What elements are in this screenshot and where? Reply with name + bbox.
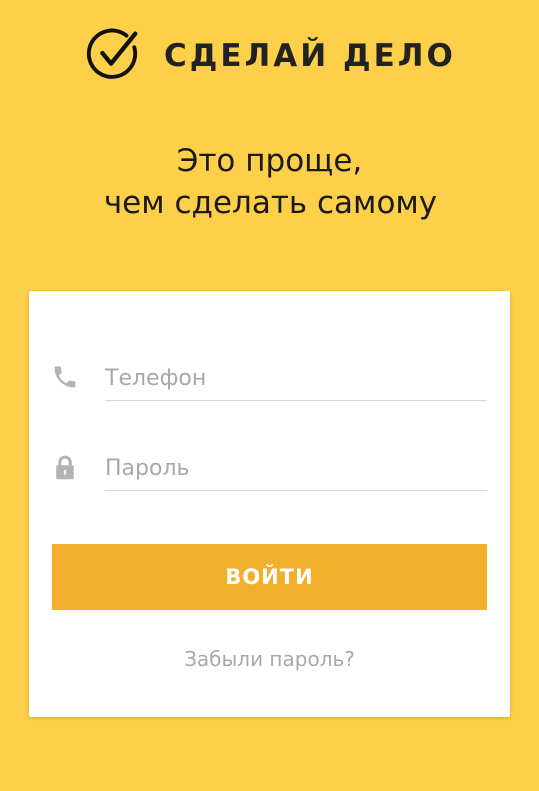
tagline: Это проще, чем сделать самому [0, 140, 539, 224]
phone-field [29, 346, 510, 406]
lock-icon [56, 455, 74, 480]
check-circle-icon [86, 28, 138, 79]
phone-input[interactable] [105, 360, 487, 401]
password-input[interactable] [105, 450, 487, 491]
tagline-line-2: чем сделать самому [103, 185, 438, 221]
phone-icon [54, 366, 76, 388]
brand-logo: СДЕЛАЙ ДЕЛО [84, 24, 456, 84]
brand-name: СДЕЛАЙ ДЕЛО [164, 38, 456, 74]
password-field [29, 436, 510, 496]
forgot-password-link[interactable]: Забыли пароль? [29, 647, 510, 671]
login-card: ВОЙТИ Забыли пароль? [29, 291, 510, 717]
login-button[interactable]: ВОЙТИ [52, 544, 487, 610]
tagline-line-1: Это проще, [176, 143, 363, 179]
